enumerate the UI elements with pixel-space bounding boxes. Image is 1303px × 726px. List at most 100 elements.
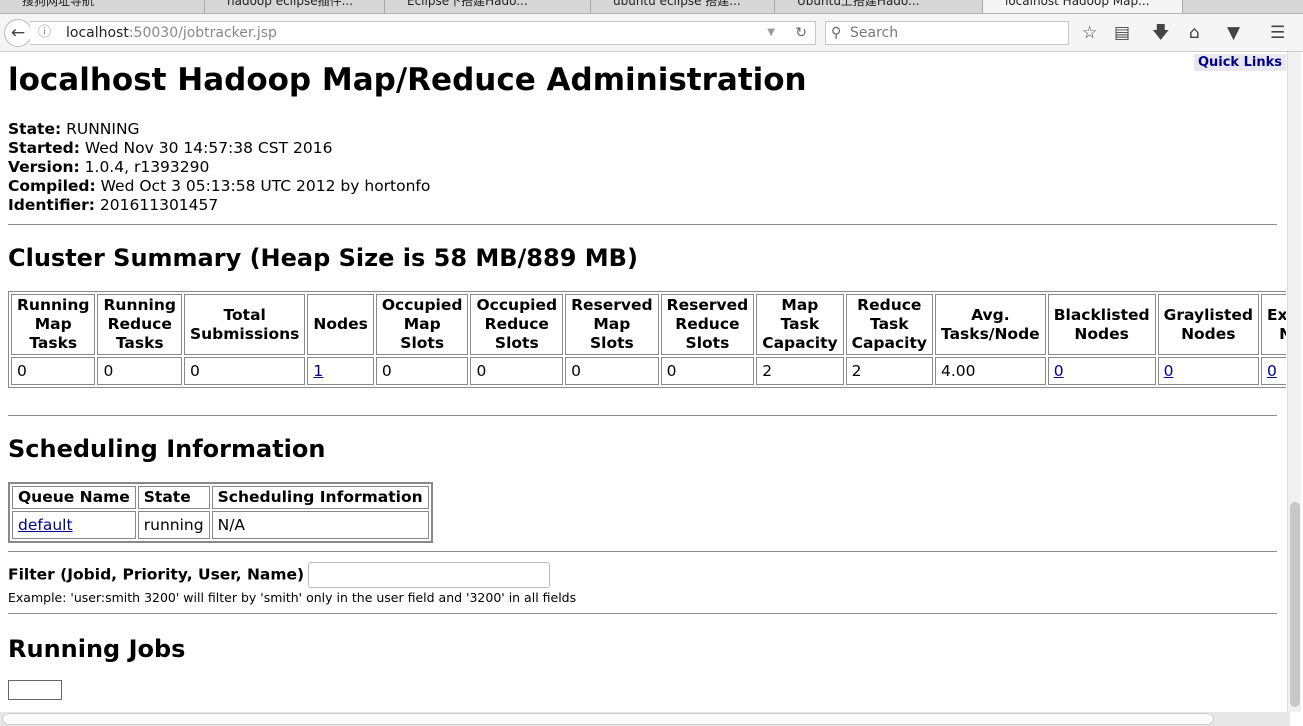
scheduling-title: Scheduling Information [8,435,326,463]
info-line: Version: 1.0.4, r1393290 [8,158,1286,177]
cell-link[interactable]: 0 [1164,362,1174,380]
tab-title: hadoop eclipse插件... [227,0,354,8]
cell: 0 [1047,357,1156,385]
menu-icon[interactable]: ☰ [1270,24,1285,42]
pocket-icon[interactable]: ▼ [1227,24,1240,42]
cell: 0 [470,357,564,385]
divider [8,551,1277,552]
info-value: RUNNING [61,120,140,138]
column-header: Reduce Task Capacity [845,294,933,355]
column-header: Reserved Map Slots [565,294,659,355]
page-content: Quick Links localhost Hadoop Map/Reduce … [0,52,1286,712]
filter-example: Example: 'user:smith 3200' will filter b… [8,590,577,605]
column-header: Occupied Map Slots [375,294,469,355]
filter-input[interactable] [308,562,551,588]
search-input[interactable]: ⚲ Search [825,21,1069,45]
horizontal-scrollbar[interactable] [0,712,1290,726]
dropdown-icon[interactable]: ▼ [767,22,775,44]
info-line: Started: Wed Nov 30 14:57:38 CST 2016 [8,139,1286,158]
jobtracker-info: State: RUNNING Started: Wed Nov 30 14:57:… [8,120,1286,215]
info-label: Started: [8,139,80,157]
info-value: Wed Nov 30 14:57:38 CST 2016 [79,139,333,157]
search-placeholder: Search [850,25,899,41]
url-host: localhost [66,25,129,41]
divider [8,224,1277,225]
cell: 0 [660,357,755,385]
header-scheduling-info: Scheduling Information [211,486,429,509]
column-header: Excluded Nodes [1260,294,1286,355]
cell: 0 [565,357,659,385]
scheduling-table: Queue Name State Scheduling Information … [8,482,433,543]
tab-title: Ubuntu上搭建Hado... [797,0,920,8]
cell: 0 [183,357,306,385]
divider [8,613,1277,614]
column-header: Total Submissions [183,294,306,355]
column-header: Running Reduce Tasks [97,294,182,355]
quick-links-button[interactable]: Quick Links [1193,54,1286,71]
info-value: Wed Oct 3 05:13:58 UTC 2012 by hortonfo [95,177,431,195]
info-label: State: [8,120,62,138]
queue-state: running [137,511,210,539]
queue-scheduling-info: N/A [211,511,429,539]
reading-list-icon[interactable]: ▤ [1114,24,1130,42]
filter-label: Filter (Jobid, Priority, User, Name) [8,565,305,584]
column-header: Running Map Tasks [11,294,96,355]
column-header: Blacklisted Nodes [1047,294,1156,355]
navigation-toolbar: ← ⓘ localhost:50030/jobtracker.jsp ▼ ↻ ⚲… [0,14,1303,52]
tab-title: ubuntu eclipse 搭建... [613,0,741,8]
cell: 0 [1260,357,1286,385]
download-icon[interactable]: 🡇 [1152,24,1169,42]
column-header: Graylisted Nodes [1157,294,1259,355]
browser-tab[interactable]: 搜狗网址导航× [0,0,205,13]
divider [8,415,1277,416]
search-icon: ⚲ [831,25,842,41]
back-button[interactable]: ← [4,19,32,47]
cluster-summary-title: Cluster Summary (Heap Size is 58 MB/889 … [8,244,638,272]
bookmark-star-icon[interactable]: ☆ [1082,24,1097,42]
cell: 1 [307,357,374,385]
browser-tab[interactable]: Ubuntu上搭建Hado...× [775,0,983,13]
header-state: State [137,486,210,509]
tab-title: 搜狗网址导航 [22,0,95,8]
cell-link[interactable]: 1 [313,362,323,380]
cell: 0 [97,357,182,385]
home-icon[interactable]: ⌂ [1189,24,1200,42]
browser-tab[interactable]: ubuntu eclipse 搭建...× [591,0,775,13]
info-label: Version: [8,158,80,176]
browser-tab[interactable]: hadoop eclipse插件...× [205,0,385,13]
browser-tab[interactable]: localhost Hadoop Map...× [983,0,1183,13]
running-jobs-table [8,680,62,700]
cell: 0 [1157,357,1259,385]
reload-icon[interactable]: ↻ [795,22,807,44]
info-icon[interactable]: ⓘ [38,22,51,44]
info-value: 201611301457 [94,196,219,214]
tab-title: localhost Hadoop Map... [1005,0,1150,8]
browser-tab[interactable]: Eclipse下搭建Hado...× [385,0,591,13]
filter-row: Filter (Jobid, Priority, User, Name) [8,562,1286,588]
cell: 2 [756,357,844,385]
url-bar[interactable]: ⓘ localhost:50030/jobtracker.jsp ▼ ↻ [30,21,816,45]
table-row: default running N/A [12,511,429,539]
cell: 2 [845,357,933,385]
info-line: Compiled: Wed Oct 3 05:13:58 UTC 2012 by… [8,177,1286,196]
column-header: Map Task Capacity [756,294,844,355]
info-label: Identifier: [8,196,95,214]
info-line: Identifier: 201611301457 [8,196,1286,215]
tab-bar: 搜狗网址导航×hadoop eclipse插件...×Eclipse下搭建Had… [0,0,1303,14]
cell-link[interactable]: 0 [1267,362,1277,380]
info-line: State: RUNNING [8,120,1286,139]
queue-link-default[interactable]: default [18,516,73,534]
column-header: Reserved Reduce Slots [660,294,755,355]
column-header: Avg. Tasks/Node [935,294,1046,355]
cell: 4.00 [935,357,1046,385]
info-value: 1.0.4, r1393290 [79,158,210,176]
vertical-scrollbar[interactable] [1287,52,1301,712]
column-header: Occupied Reduce Slots [470,294,564,355]
cluster-summary-table: Running Map Tasks Running Reduce Tasks Tot… [8,291,1286,388]
page-title: localhost Hadoop Map/Reduce Administrati… [8,62,807,98]
url-path: :50030/jobtracker.jsp [128,25,277,41]
running-jobs-title: Running Jobs [8,635,186,663]
cell-link[interactable]: 0 [1054,362,1064,380]
info-label: Compiled: [8,177,96,195]
cell: 0 [375,357,469,385]
